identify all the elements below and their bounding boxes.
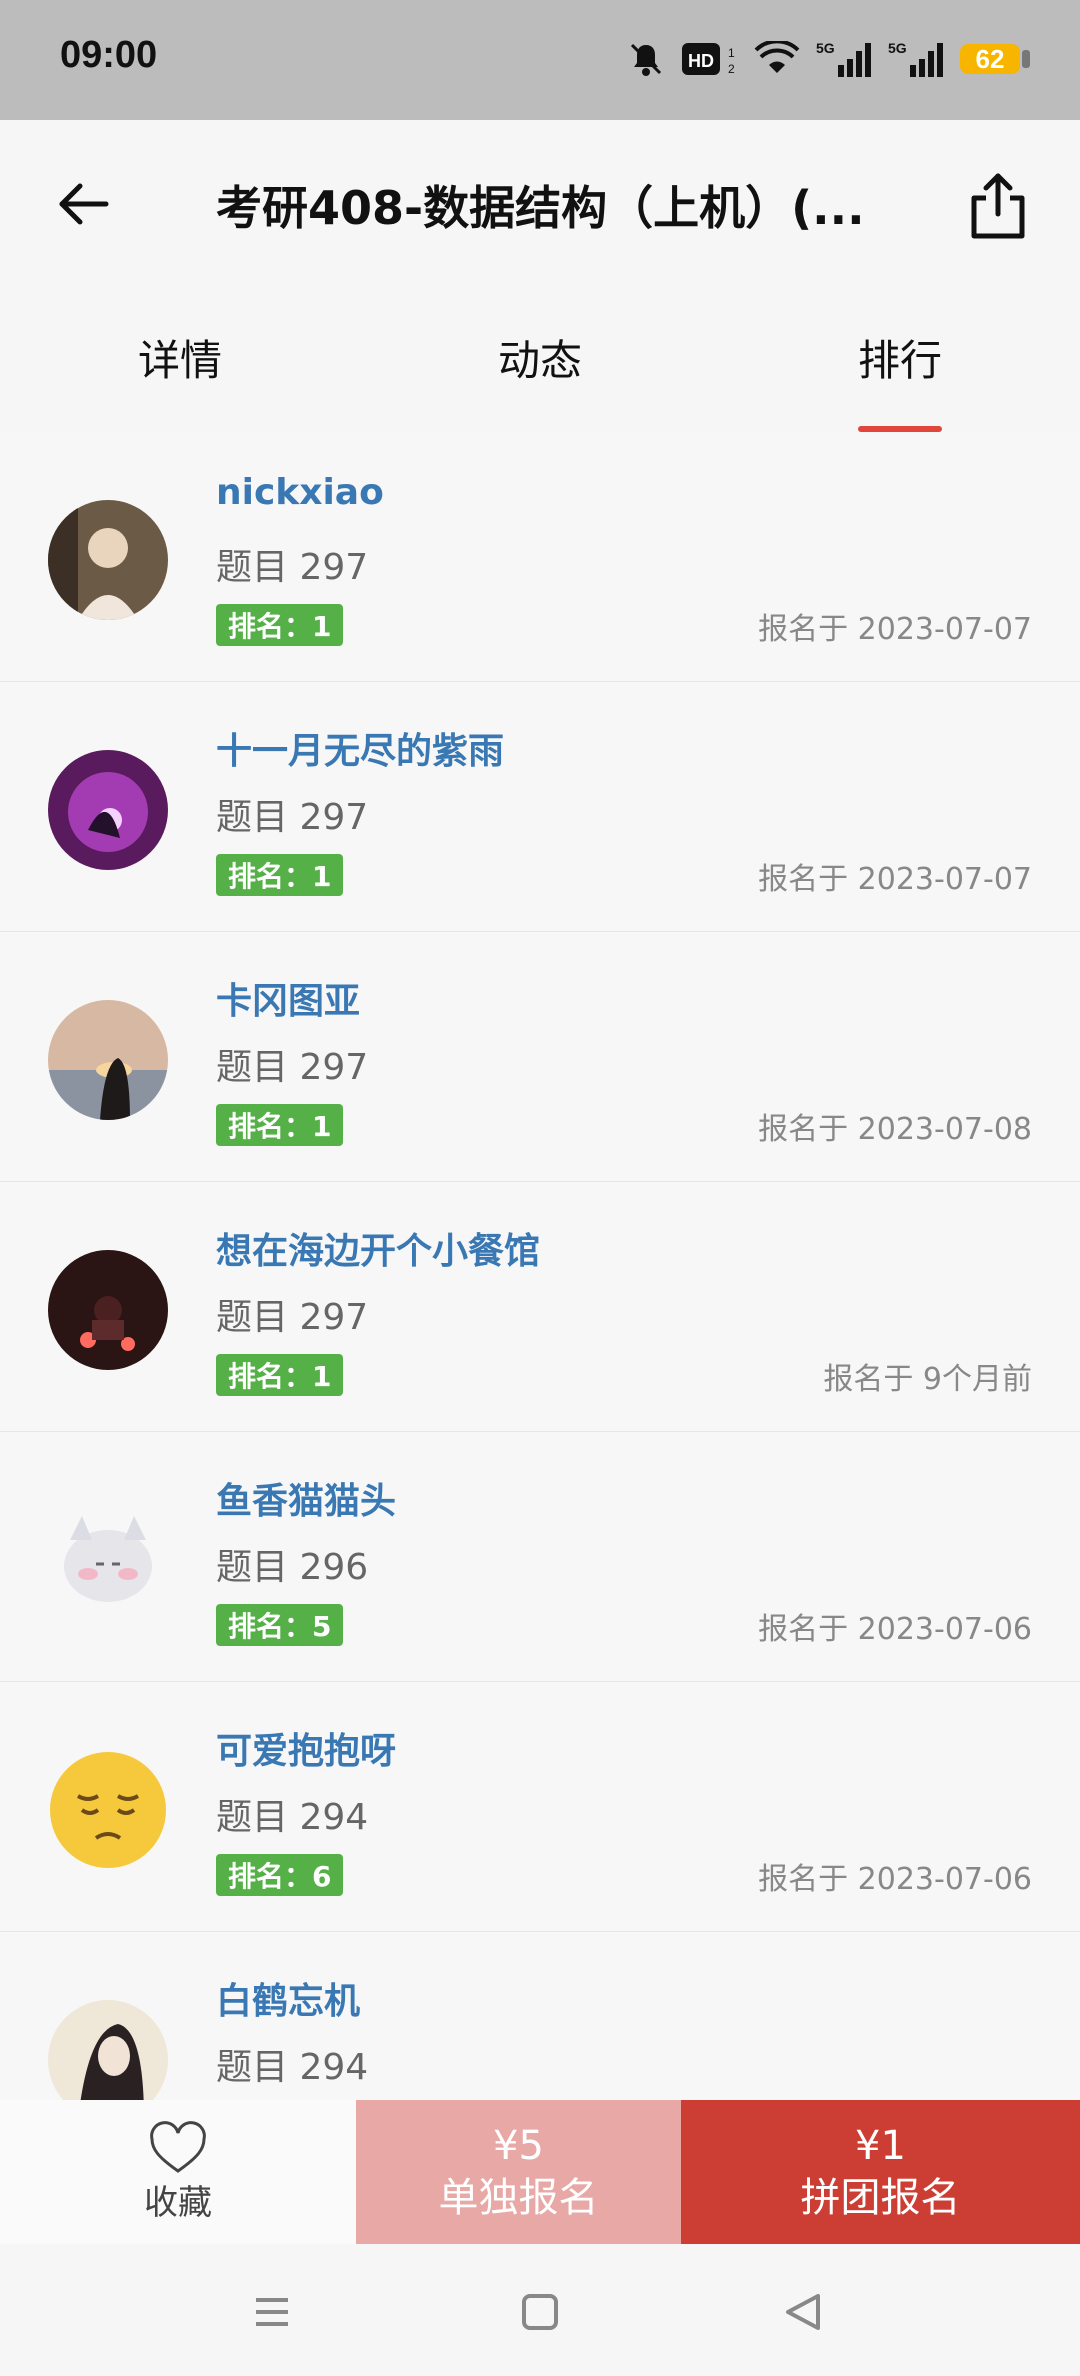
hd-icon: HD 1 2 [682,41,738,77]
avatar[interactable] [48,2000,168,2100]
share-icon [971,173,1025,239]
svg-text:1: 1 [728,46,735,60]
tab-details[interactable]: 详情 [0,282,360,432]
rank-badge: 排名：1 [216,854,344,896]
status-icons: HD 1 2 5G 5G 62 [626,34,1030,84]
user-name[interactable]: 鱼香猫猫头 [216,1472,396,1524]
tab-label: 详情 [137,335,222,385]
problem-count: 题目 297 [216,547,369,588]
tab-label: 动态 [497,335,582,385]
page-header: 考研408-数据结构（上机）(... [0,120,1080,282]
rank-badge: 排名：5 [216,1604,344,1646]
user-name[interactable]: 白鹤忘机 [216,1972,360,2024]
problem-count: 题目 297 [216,1297,369,1338]
problem-count: 题目 294 [216,1797,369,1838]
list-item[interactable]: 可爱抱抱呀 题目 294 排名：6 报名于 2023-07-06 [0,1682,1080,1932]
svg-text:5G: 5G [888,40,907,56]
svg-text:5G: 5G [816,40,835,56]
user-name[interactable]: 十一月无尽的紫雨 [216,722,504,774]
share-button[interactable] [968,170,1028,240]
list-item[interactable]: 想在海边开个小餐馆 题目 297 排名：1 报名于 9个月前 [0,1182,1080,1432]
wifi-icon [754,41,800,77]
problem-count: 题目 296 [216,1547,369,1588]
favorite-label: 收藏 [144,2182,212,2223]
battery-level: 62 [975,43,1005,74]
home-nav-button[interactable] [516,2288,564,2336]
single-signup-button[interactable]: ¥5 单独报名 [356,2100,681,2244]
ranking-list[interactable]: nickxiao 题目 297 排名：1 报名于 2023-07-07 十一月无… [0,432,1080,2100]
tab-bar: 详情 动态 排行 [0,282,1080,432]
bottom-action-bar: 收藏 ¥5 单独报名 ¥1 拼团报名 [0,2100,1080,2244]
avatar[interactable] [48,1750,168,1870]
user-name[interactable]: 卡冈图亚 [216,972,360,1024]
single-price: ¥5 [493,2123,544,2169]
menu-nav-button[interactable] [248,2288,296,2336]
signup-date: 报名于 2023-07-06 [758,1612,1032,1647]
svg-text:2: 2 [728,62,735,76]
list-item[interactable]: 鱼香猫猫头 题目 296 排名：5 报名于 2023-07-06 [0,1432,1080,1682]
user-name[interactable]: 可爱抱抱呀 [216,1722,396,1774]
battery-icon: 62 [960,43,1030,74]
heart-icon [150,2120,206,2173]
user-name[interactable]: 想在海边开个小餐馆 [216,1222,540,1274]
page-title: 考研408-数据结构（上机）(... [216,181,865,235]
problem-count: 题目 294 [216,2047,369,2088]
user-name[interactable]: nickxiao [216,472,384,513]
signup-date: 报名于 2023-07-07 [758,612,1032,647]
group-price: ¥1 [855,2123,906,2169]
tab-ranking[interactable]: 排行 [720,282,1080,432]
system-nav-bar [0,2244,1080,2376]
arrow-left-icon [59,183,109,225]
mute-icon [626,39,666,79]
signup-date: 报名于 2023-07-07 [758,862,1032,897]
5g-signal-icon: 5G [888,39,944,79]
list-item[interactable]: 白鹤忘机 题目 294 [0,1932,1080,2100]
signup-date: 报名于 2023-07-08 [758,1112,1032,1147]
avatar[interactable] [48,1500,168,1620]
status-bar: 09:00 HD 1 2 5G 5G 62 [0,0,1080,120]
group-label: 拼团报名 [800,2175,961,2221]
home-square-icon [522,2294,558,2330]
list-item[interactable]: nickxiao 题目 297 排名：1 报名于 2023-07-07 [0,432,1080,682]
rank-badge: 排名：1 [216,1354,344,1396]
status-time: 09:00 [60,34,158,76]
group-signup-button[interactable]: ¥1 拼团报名 [681,2100,1080,2244]
back-triangle-icon [786,2294,820,2330]
back-button[interactable] [52,172,116,236]
avatar[interactable] [48,750,168,870]
rank-badge: 排名：1 [216,1104,344,1146]
avatar[interactable] [48,500,168,620]
avatar[interactable] [48,1000,168,1120]
avatar[interactable] [48,1250,168,1370]
problem-count: 题目 297 [216,1047,369,1088]
favorite-button[interactable]: 收藏 [0,2100,356,2244]
svg-text:HD: HD [688,51,714,71]
list-item[interactable]: 十一月无尽的紫雨 题目 297 排名：1 报名于 2023-07-07 [0,682,1080,932]
rank-badge: 排名：6 [216,1854,344,1896]
problem-count: 题目 297 [216,797,369,838]
5g-signal-icon: 5G [816,39,872,79]
single-label: 单独报名 [438,2175,599,2221]
list-item[interactable]: 卡冈图亚 题目 297 排名：1 报名于 2023-07-08 [0,932,1080,1182]
tab-activity[interactable]: 动态 [360,282,720,432]
back-nav-button[interactable] [778,2288,826,2336]
rank-badge: 排名：1 [216,604,344,646]
tab-label: 排行 [857,335,942,385]
menu-icon [256,2298,288,2326]
signup-date: 报名于 2023-07-06 [758,1862,1032,1897]
signup-date: 报名于 9个月前 [823,1362,1032,1397]
